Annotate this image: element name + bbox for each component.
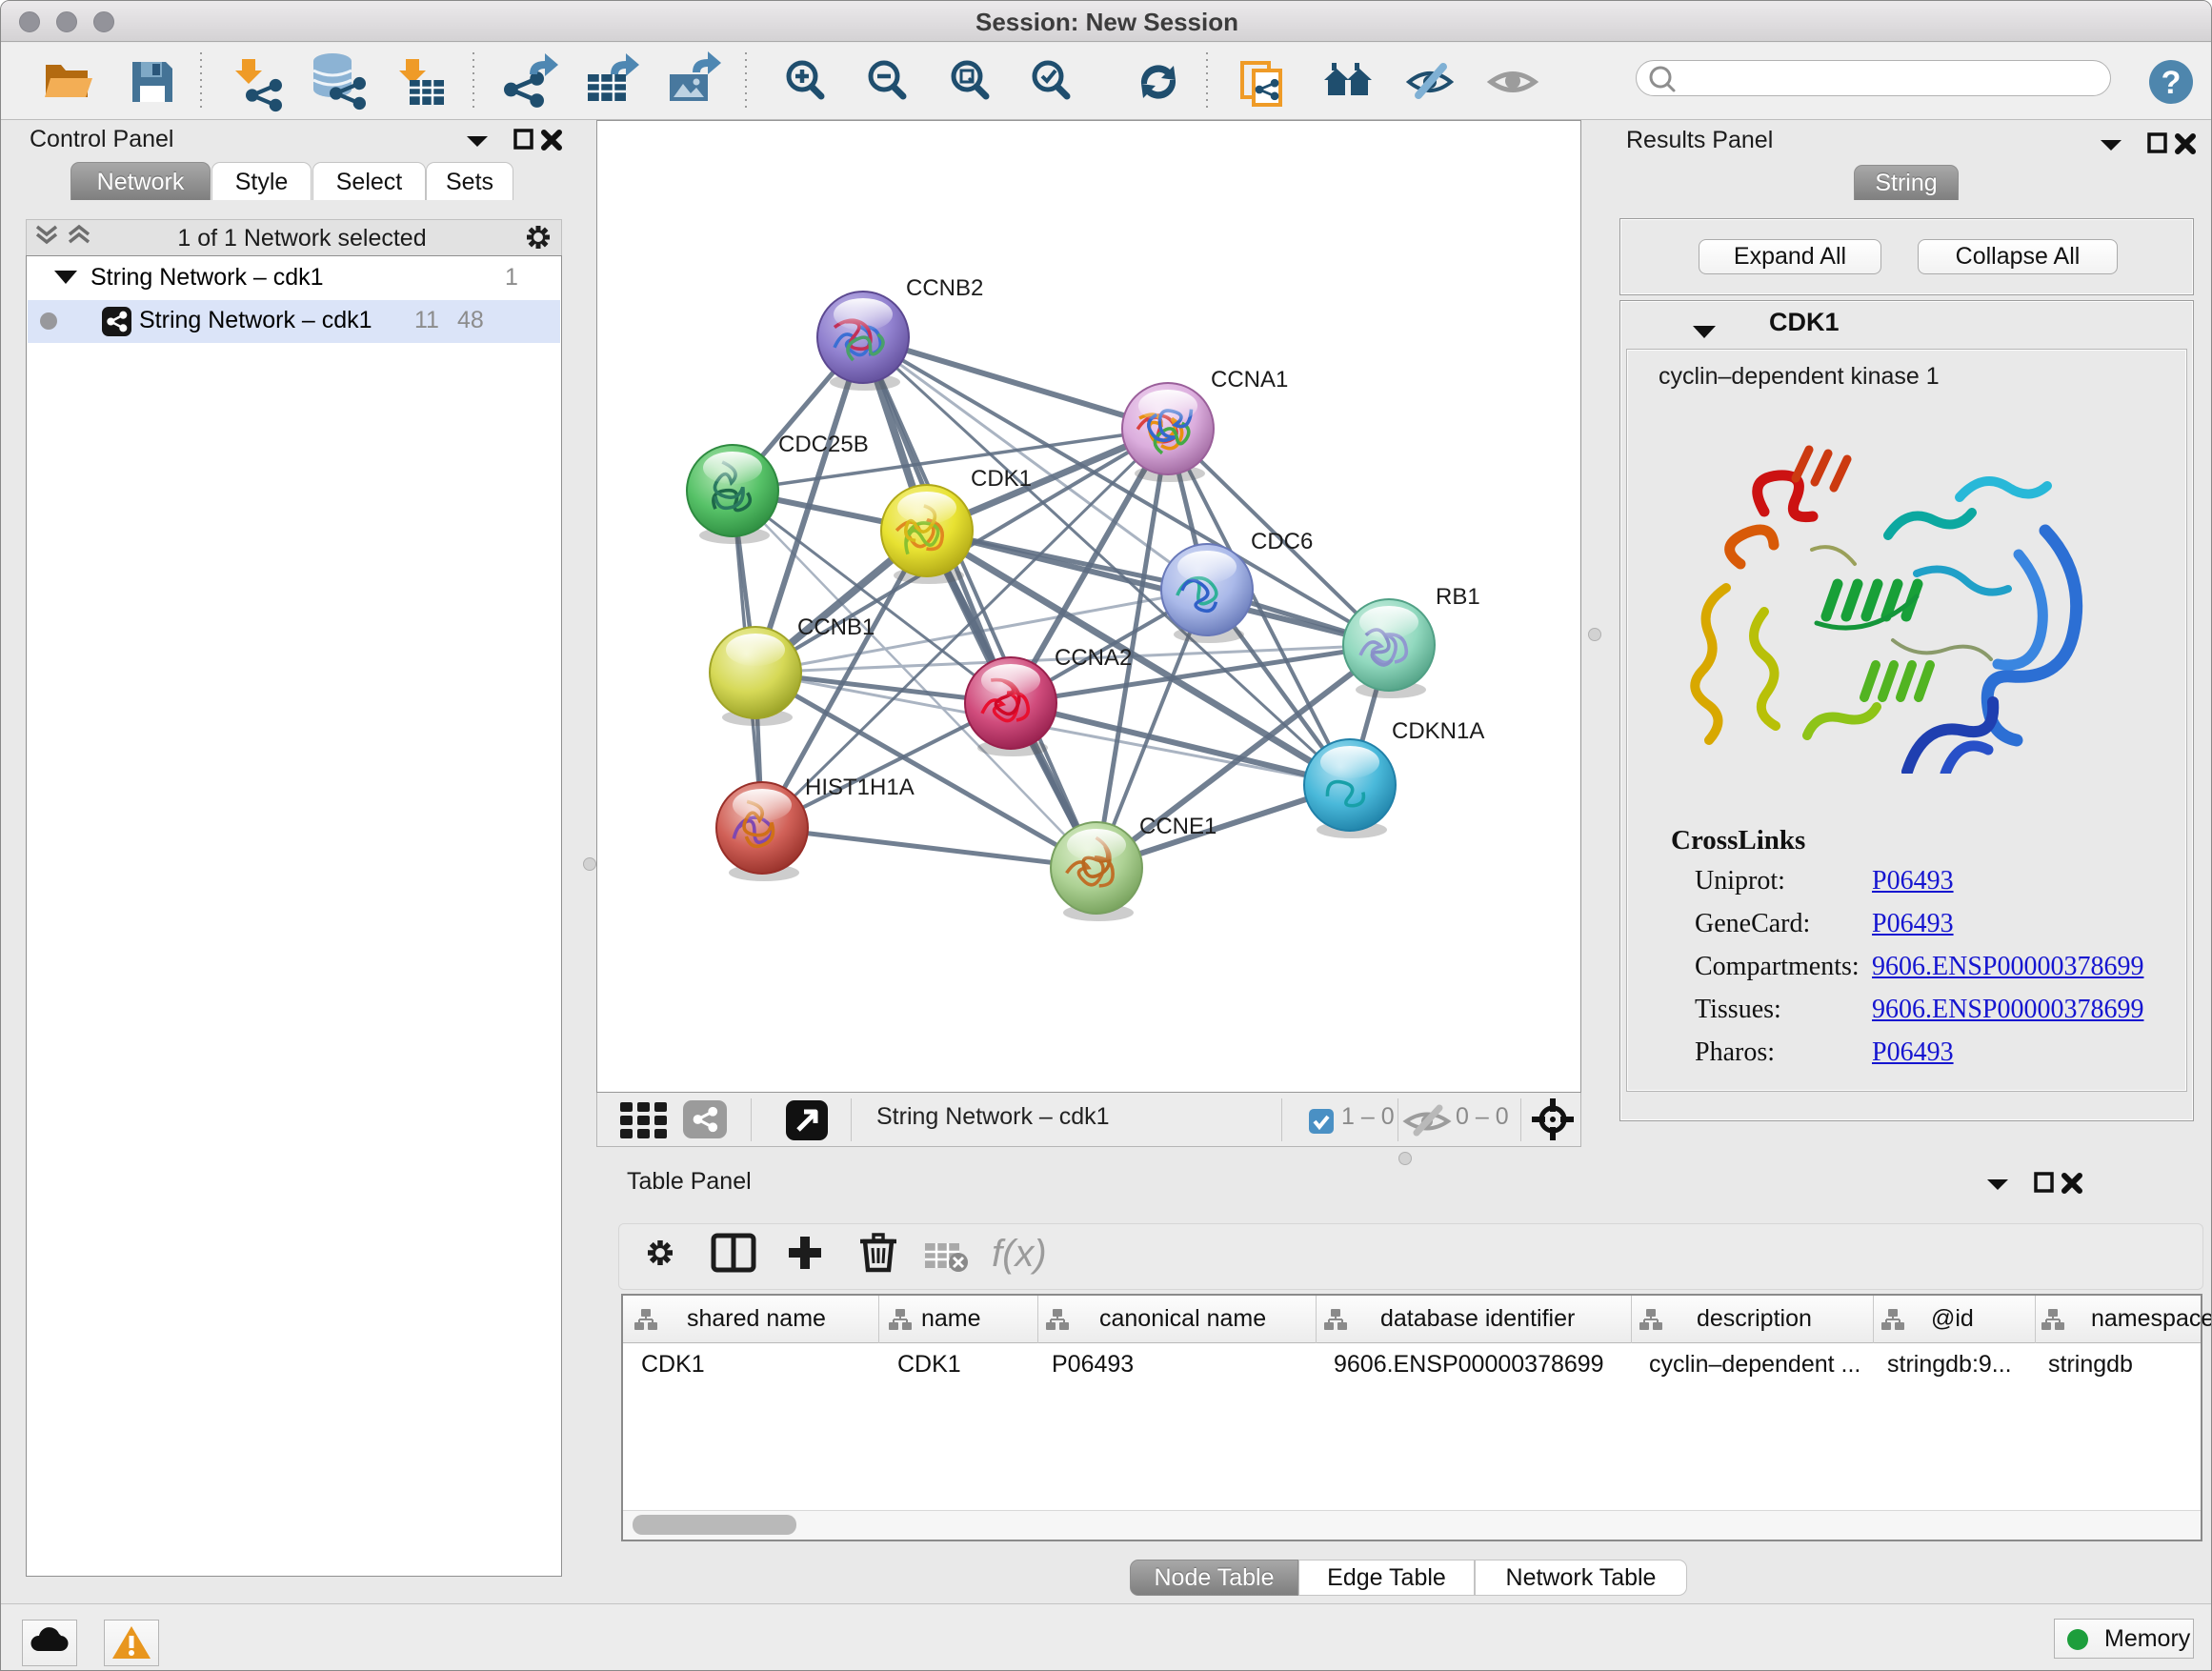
- svg-text:1 of 1 Network selected: 1 of 1 Network selected: [177, 225, 426, 252]
- svg-text:?: ?: [2162, 65, 2182, 101]
- svg-text:CDKN1A: CDKN1A: [1392, 718, 1484, 744]
- svg-text:f(x): f(x): [992, 1233, 1047, 1275]
- svg-text:CCNA1: CCNA1: [1211, 367, 1288, 393]
- svg-text:CDC6: CDC6: [1251, 529, 1313, 554]
- svg-text:CCNB2: CCNB2: [906, 275, 983, 301]
- svg-text:RB1: RB1: [1436, 584, 1480, 610]
- svg-text:CCNB1: CCNB1: [797, 614, 875, 640]
- svg-text:CDC25B: CDC25B: [778, 432, 869, 457]
- svg-text:CCNA2: CCNA2: [1055, 645, 1132, 671]
- svg-text:CCNE1: CCNE1: [1139, 814, 1217, 839]
- svg-text:CDK1: CDK1: [971, 466, 1032, 492]
- svg-text:HIST1H1A: HIST1H1A: [805, 775, 915, 800]
